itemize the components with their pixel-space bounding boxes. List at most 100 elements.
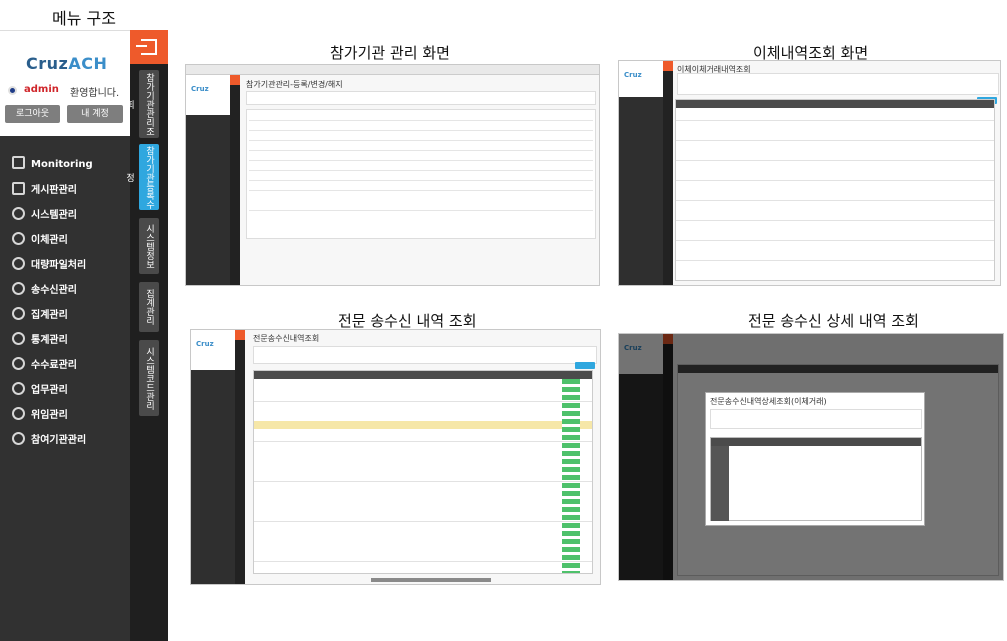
menu-item-board[interactable]: 게시판관리 xyxy=(12,182,77,200)
menu-item-label: 집계관리 xyxy=(31,310,68,321)
table-row xyxy=(676,200,994,201)
page: 메뉴 구조 CruzACH admin 환영합니다. 로그아웃 내 계정 Mon… xyxy=(0,0,1007,641)
table-row xyxy=(676,160,994,161)
menu-structure-caption: 메뉴 구조 xyxy=(52,9,116,28)
mini-tab-column xyxy=(663,61,673,285)
board-icon xyxy=(12,182,25,195)
gear-icon xyxy=(12,282,25,295)
user-name: admin xyxy=(24,84,59,95)
mini-menu xyxy=(619,97,663,285)
grid-header xyxy=(676,100,994,108)
vtab-system-info[interactable]: 시스템정보 xyxy=(139,218,159,274)
table-row xyxy=(676,180,994,181)
gear-icon xyxy=(12,382,25,395)
gear-icon xyxy=(12,307,25,320)
menu-item-statistics[interactable]: 통계관리 xyxy=(12,332,68,350)
form-row xyxy=(249,130,593,131)
form-row xyxy=(249,180,593,181)
highlighted-row[interactable] xyxy=(254,421,592,429)
main-menu: Monitoring 게시판관리 시스템관리 이체관리 대량파일처리 송수신관리… xyxy=(0,136,130,641)
mini-logo: Cruz xyxy=(191,85,209,93)
menu-panel: CruzACH admin 환영합니다. 로그아웃 내 계정 Monitorin… xyxy=(0,30,168,641)
transfer-grid xyxy=(675,99,995,281)
gear-icon xyxy=(12,357,25,370)
browser-bar xyxy=(186,65,599,75)
table-row xyxy=(676,260,994,261)
logout-door-icon xyxy=(141,39,157,55)
table-row xyxy=(254,521,592,522)
screen-caption-message-detail: 전문 송수신 상세 내역 조회 xyxy=(748,312,919,330)
menu-item-label: Monitoring xyxy=(31,159,93,170)
menu-item-label: 통계관리 xyxy=(31,335,68,346)
menu-item-label: 참여기관관리 xyxy=(31,435,87,446)
menu-item-system[interactable]: 시스템관리 xyxy=(12,207,77,225)
menu-item-bulk-file[interactable]: 대량파일처리 xyxy=(12,257,86,275)
mini-tab-column xyxy=(230,75,240,285)
pagination[interactable] xyxy=(371,578,491,582)
mini-exit-icon xyxy=(230,75,240,85)
form-row xyxy=(249,170,593,171)
menu-item-label: 업무관리 xyxy=(31,385,68,396)
logout-button[interactable]: 로그아웃 xyxy=(5,105,60,123)
screenshot-message: Cruz 전문송수신내역조회 xyxy=(190,329,601,585)
mini-menu xyxy=(191,370,235,584)
menu-item-label: 송수신관리 xyxy=(31,285,77,296)
mini-sidebar: Cruz xyxy=(619,61,663,285)
screen-caption-participant: 참가기관 관리 화면 xyxy=(330,44,450,62)
menu-item-participant[interactable]: 참여기관관리 xyxy=(12,432,86,450)
exit-button[interactable] xyxy=(130,30,168,64)
vertical-tab-bar: 참가기관관리조회 참가기관등록수정 시스템정보 집계관리 시스템코드관리 xyxy=(124,30,168,641)
screen-caption-message: 전문 송수신 내역 조회 xyxy=(338,312,477,330)
logo-accent: ACH xyxy=(68,54,108,73)
gear-icon xyxy=(12,232,25,245)
mini-menu xyxy=(186,115,230,285)
detail-modal: 전문송수신내역상세조회(이체거래) xyxy=(705,392,925,526)
screenshot-participant: Cruz 참가기관관리-등록/변경/해지 xyxy=(185,64,600,286)
mini-exit-icon xyxy=(663,61,673,71)
mini-tab-column xyxy=(235,330,245,584)
modal-detail-grid xyxy=(710,437,922,521)
mini-logo: Cruz xyxy=(624,71,642,79)
menu-item-label: 대량파일처리 xyxy=(31,260,87,271)
form-row xyxy=(249,210,593,211)
screenshot-message-detail: Cruz 전문송수신내역상세조회(이체거래) xyxy=(618,333,1004,581)
menu-item-business[interactable]: 업무관리 xyxy=(12,382,68,400)
menu-item-label: 수수료관리 xyxy=(31,360,77,371)
menu-item-monitoring[interactable]: Monitoring xyxy=(12,156,93,174)
menu-item-aggregation[interactable]: 집계관리 xyxy=(12,307,68,325)
my-account-button[interactable]: 내 계정 xyxy=(67,105,123,123)
greeting-text: 환영합니다. xyxy=(70,88,120,99)
menu-header: CruzACH admin 환영합니다. 로그아웃 내 계정 xyxy=(0,30,130,136)
grid-header xyxy=(711,438,921,446)
vtab-aggregation[interactable]: 집계관리 xyxy=(139,282,159,332)
modal-label-column xyxy=(711,446,729,521)
search-form xyxy=(253,346,597,364)
menu-item-label: 위임관리 xyxy=(31,410,68,421)
table-row xyxy=(676,220,994,221)
screenshot-transfer: Cruz 이체이체거래내역조회 xyxy=(618,60,1001,286)
message-grid xyxy=(253,370,593,574)
user-avatar-icon xyxy=(8,86,17,95)
gear-icon xyxy=(12,207,25,220)
modal-title: 전문송수신내역상세조회(이체거래) xyxy=(710,397,827,406)
logo-main: Cruz xyxy=(26,54,69,73)
mini-sidebar: Cruz xyxy=(191,330,235,584)
detail-buttons-column[interactable] xyxy=(562,379,580,573)
menu-item-transfer[interactable]: 이체관리 xyxy=(12,232,68,250)
table-row xyxy=(254,481,592,482)
search-button[interactable] xyxy=(575,362,595,369)
monitor-icon xyxy=(12,156,25,169)
screen-title: 전문송수신내역조회 xyxy=(253,334,320,343)
vtab-system-code[interactable]: 시스템코드관리 xyxy=(139,340,159,416)
vtab-participant-edit[interactable]: 참가기관등록수정 xyxy=(124,144,159,210)
menu-item-send-receive[interactable]: 송수신관리 xyxy=(12,282,77,300)
table-row xyxy=(676,240,994,241)
table-row xyxy=(676,120,994,121)
modal-info xyxy=(710,409,922,429)
grid-header xyxy=(254,371,592,379)
menu-item-fee[interactable]: 수수료관리 xyxy=(12,357,77,375)
menu-item-delegation[interactable]: 위임관리 xyxy=(12,407,68,425)
vtab-participant-list[interactable]: 참가기관관리조회 xyxy=(124,70,159,138)
mini-logo: Cruz xyxy=(196,340,214,348)
menu-item-label: 이체관리 xyxy=(31,235,68,246)
